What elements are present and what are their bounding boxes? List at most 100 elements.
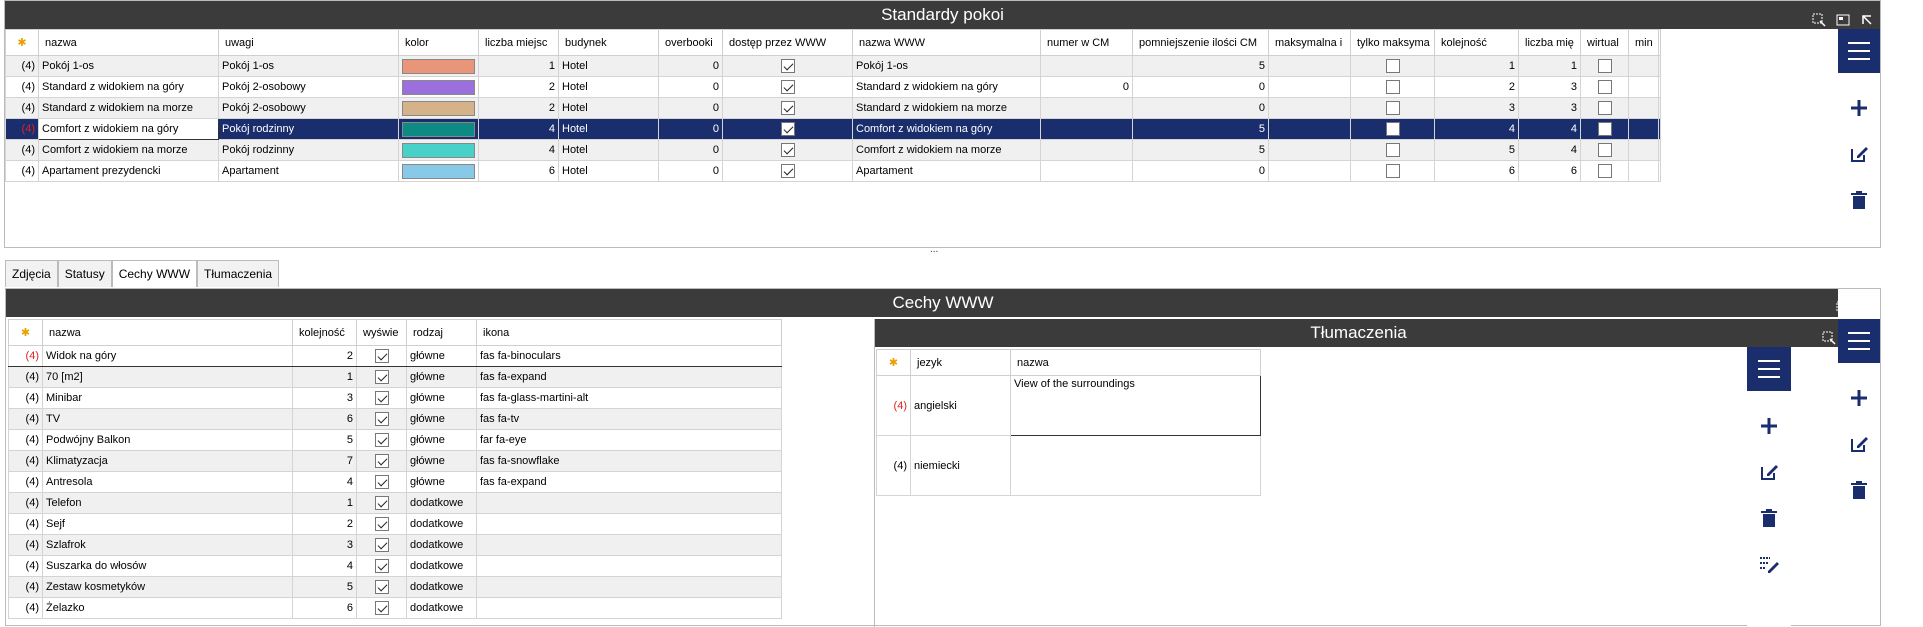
cell-nazwa[interactable]: 70 [m2]	[42, 366, 293, 388]
cell-rodzaj[interactable]: główne	[406, 408, 477, 430]
col-header[interactable]: numer w CM	[1040, 29, 1133, 56]
cell-kolejnosc[interactable]: 4	[292, 555, 357, 577]
col-header[interactable]: ikona	[476, 319, 782, 346]
table-row[interactable]: (4) Sejf 2 dodatkowe	[8, 513, 782, 535]
cell-tylko-maks[interactable]	[1350, 160, 1435, 182]
cell-uwagi[interactable]: Pokój 2-osobowy	[218, 76, 399, 98]
cell-min[interactable]	[1628, 160, 1659, 182]
checkbox-dostep-www[interactable]	[780, 143, 795, 157]
cell-kolor[interactable]	[398, 160, 479, 182]
cell-pomniejszenie[interactable]: 5	[1132, 55, 1269, 77]
cell-liczba-miejsc[interactable]: 6	[478, 160, 559, 182]
cell-maksymalna[interactable]	[1268, 55, 1351, 77]
cell-ikona[interactable]: fas fa-glass-martini-alt	[476, 387, 782, 409]
cell-tylko-maks[interactable]	[1350, 55, 1435, 77]
col-header[interactable]: kolor	[398, 29, 479, 56]
checkbox-tylko-maks[interactable]	[1385, 59, 1400, 73]
table-row[interactable]: (4) Zestaw kosmetyków 5 dodatkowe	[8, 576, 782, 598]
cell-nazwa-www[interactable]: Standard z widokiem na morze	[852, 97, 1041, 119]
checkbox-dostep-www[interactable]	[780, 101, 795, 115]
cell-wyswietl[interactable]	[356, 345, 407, 367]
cell-kolejnosc[interactable]: 5	[1434, 139, 1519, 161]
cell-nazwa[interactable]: View of the surroundings	[1010, 375, 1261, 436]
cell-pomniejszenie[interactable]: 5	[1132, 139, 1269, 161]
table-row[interactable]: (4) Klimatyzacja 7 główne fas fa-snowflake	[8, 450, 782, 472]
cell-min[interactable]	[1628, 97, 1659, 119]
cell-dostep-www[interactable]	[722, 97, 853, 119]
cell-nazwa[interactable]: Standard z widokiem na morze	[38, 97, 219, 119]
table-row[interactable]: (4) Comfort z widokiem na góry Pokój rodzi…	[5, 118, 1661, 140]
cell-nazwa[interactable]: Standard z widokiem na góry	[38, 76, 219, 98]
cell-wirtual[interactable]	[1580, 55, 1629, 77]
checkbox-wyswietl[interactable]	[374, 370, 389, 384]
cell-numer-cm[interactable]	[1040, 97, 1133, 119]
cell-pomniejszenie[interactable]: 0	[1132, 76, 1269, 98]
cell-liczba-mie[interactable]: 6	[1518, 160, 1581, 182]
cell-wyswietl[interactable]	[356, 576, 407, 598]
cell-wyswietl[interactable]	[356, 366, 407, 388]
cell-rodzaj[interactable]: dodatkowe	[406, 534, 477, 556]
cell-nazwa[interactable]: Antresola	[42, 471, 293, 493]
col-header[interactable]: rodzaj	[406, 319, 477, 346]
cell-ikona[interactable]	[476, 513, 782, 535]
cell-numer-cm[interactable]	[1040, 55, 1133, 77]
cell-ikona[interactable]: fas fa-snowflake	[476, 450, 782, 472]
cell-numer-cm[interactable]: 0	[1040, 76, 1133, 98]
col-header[interactable]: jezyk	[910, 349, 1011, 376]
cell-uwagi[interactable]: Pokój rodzinny	[218, 139, 399, 161]
checkbox-wirtual[interactable]	[1597, 101, 1612, 115]
menu-button[interactable]	[1747, 347, 1791, 391]
cell-liczba-miejsc[interactable]: 2	[478, 97, 559, 119]
cell-budynek[interactable]: Hotel	[558, 139, 659, 161]
cell-budynek[interactable]: Hotel	[558, 160, 659, 182]
checkbox-wirtual[interactable]	[1597, 164, 1612, 178]
add-icon[interactable]	[1848, 387, 1870, 409]
add-icon[interactable]	[1758, 415, 1780, 437]
cell-nazwa[interactable]: Telefon	[42, 492, 293, 514]
cell-kolejnosc[interactable]: 2	[292, 345, 357, 367]
cell-nazwa[interactable]: Comfort z widokiem na morze	[38, 139, 219, 161]
cell-dostep-www[interactable]	[722, 118, 853, 140]
cell-dostep-www[interactable]	[722, 160, 853, 182]
cell-rodzaj[interactable]: główne	[406, 345, 477, 367]
table-row[interactable]: (4) Pokój 1-os Pokój 1-os 1 Hotel 0 Pokój 1-os…	[5, 55, 1661, 77]
cell-tylko-maks[interactable]	[1350, 139, 1435, 161]
col-header[interactable]: liczba miejsc	[478, 29, 559, 56]
checkbox-wyswietl[interactable]	[374, 496, 389, 510]
cell-rodzaj[interactable]: główne	[406, 450, 477, 472]
cell-kolejnosc[interactable]: 7	[292, 450, 357, 472]
col-header[interactable]: pomniejszenie ilości CM	[1132, 29, 1269, 56]
table-row[interactable]: (4) Standard z widokiem na góry Pokój 2-os…	[5, 76, 1661, 98]
cell-wyswietl[interactable]	[356, 408, 407, 430]
cell-uwagi[interactable]: Apartament	[218, 160, 399, 182]
cell-uwagi[interactable]: Pokój 1-os	[218, 55, 399, 77]
cell-overbooki[interactable]: 0	[658, 76, 723, 98]
cell-dostep-www[interactable]	[722, 76, 853, 98]
cell-nazwa[interactable]: Żelazko	[42, 597, 293, 619]
col-header[interactable]: liczba mię	[1518, 29, 1581, 56]
table-row[interactable]: (4) 70 [m2] 1 główne fas fa-expand	[8, 366, 782, 388]
cell-rodzaj[interactable]: dodatkowe	[406, 576, 477, 598]
col-header[interactable]: maksymalna i	[1268, 29, 1351, 56]
cell-budynek[interactable]: Hotel	[558, 97, 659, 119]
cell-wyswietl[interactable]	[356, 555, 407, 577]
cell-min[interactable]	[1628, 118, 1659, 140]
cell-rodzaj[interactable]: dodatkowe	[406, 555, 477, 577]
cell-nazwa[interactable]	[1010, 435, 1261, 496]
cell-pomniejszenie[interactable]: 0	[1132, 97, 1269, 119]
select-icon[interactable]	[1812, 8, 1826, 27]
cell-liczba-mie[interactable]: 4	[1518, 139, 1581, 161]
table-row[interactable]: (4) angielski View of the surroundings	[876, 375, 1261, 436]
cell-liczba-mie[interactable]: 4	[1518, 118, 1581, 140]
cell-nazwa[interactable]: Klimatyzacja	[42, 450, 293, 472]
cell-wirtual[interactable]	[1580, 118, 1629, 140]
cell-jezyk[interactable]: angielski	[910, 375, 1011, 436]
table-row[interactable]: (4) Suszarka do włosów 4 dodatkowe	[8, 555, 782, 577]
cell-kolejnosc[interactable]: 5	[292, 429, 357, 451]
cell-budynek[interactable]: Hotel	[558, 118, 659, 140]
col-header[interactable]: wirtual	[1580, 29, 1629, 56]
cell-liczba-mie[interactable]: 3	[1518, 76, 1581, 98]
splitter-handle[interactable]: ...	[930, 244, 938, 255]
cell-nazwa-www[interactable]: Apartament	[852, 160, 1041, 182]
checkbox-wyswietl[interactable]	[374, 412, 389, 426]
